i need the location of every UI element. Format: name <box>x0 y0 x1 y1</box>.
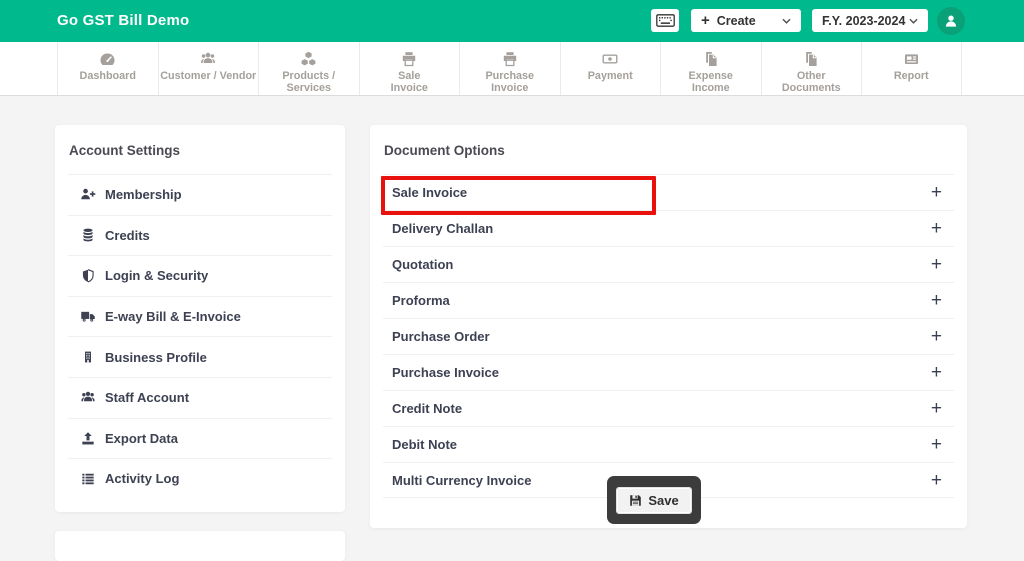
nav-item-dashboard[interactable]: Dashboard <box>57 42 158 95</box>
doc-row-quotation[interactable]: Quotation + <box>383 246 954 282</box>
keyboard-shortcuts-button[interactable] <box>651 9 679 32</box>
files-icon <box>703 50 719 68</box>
create-dropdown-label: Create <box>716 13 756 28</box>
account-settings-card: Account Settings Membership Credits Logi… <box>55 125 345 512</box>
doc-row-delivery-challan[interactable]: Delivery Challan + <box>383 210 954 246</box>
document-options-card: Document Options Sale Invoice + Delivery… <box>370 125 967 528</box>
files-icon <box>803 50 819 68</box>
truck-icon <box>80 309 96 325</box>
nav-item-sale-invoice[interactable]: Sale Invoice <box>358 42 460 95</box>
users-icon <box>80 390 96 406</box>
main-nav: Dashboard Customer / Vendor Products / S… <box>0 42 1024 96</box>
nav-item-report[interactable]: Report <box>861 42 962 95</box>
nav-item-products-services[interactable]: Products / Services <box>258 42 359 95</box>
expand-plus-icon[interactable]: + <box>931 183 942 202</box>
partial-card <box>55 531 345 561</box>
app-title: Go GST Bill Demo <box>57 12 190 29</box>
shield-icon <box>80 268 96 284</box>
sidebar-item-eway-einvoice[interactable]: E-way Bill & E-Invoice <box>68 295 332 337</box>
database-icon <box>80 227 96 243</box>
doc-row-sale-invoice[interactable]: Sale Invoice + <box>383 174 954 210</box>
money-icon <box>601 50 619 68</box>
sidebar-item-membership[interactable]: Membership <box>68 174 332 215</box>
fiscal-year-value: F.Y. 2023-2024 <box>822 13 906 28</box>
save-button-highlight: Save <box>607 476 701 524</box>
user-avatar[interactable] <box>937 7 965 35</box>
sidebar-item-activity-log[interactable]: Activity Log <box>68 458 332 499</box>
doc-row-debit-note[interactable]: Debit Note + <box>383 426 954 462</box>
cubes-icon <box>300 50 317 68</box>
expand-plus-icon[interactable]: + <box>931 327 942 346</box>
doc-row-proforma[interactable]: Proforma + <box>383 282 954 318</box>
sidebar-title: Account Settings <box>69 143 181 158</box>
newspaper-icon <box>903 50 920 68</box>
nav-item-expense-income[interactable]: Expense Income <box>660 42 761 95</box>
keyboard-icon <box>655 14 675 27</box>
nav-item-payment[interactable]: Payment <box>559 42 661 95</box>
fiscal-year-dropdown[interactable]: F.Y. 2023-2024 <box>812 9 928 32</box>
chevron-down-icon <box>909 18 918 24</box>
person-icon <box>943 13 959 29</box>
doc-row-credit-note[interactable]: Credit Note + <box>383 390 954 426</box>
nav-item-other-documents[interactable]: Other Documents <box>760 42 862 95</box>
sidebar-item-credits[interactable]: Credits <box>68 214 332 256</box>
sidebar-item-business-profile[interactable]: Business Profile <box>68 336 332 377</box>
doc-row-purchase-invoice[interactable]: Purchase Invoice + <box>383 354 954 390</box>
list-icon <box>80 471 96 487</box>
expand-plus-icon[interactable]: + <box>931 471 942 490</box>
save-button-label: Save <box>648 492 679 508</box>
sidebar-item-login-security[interactable]: Login & Security <box>68 255 332 296</box>
building-icon <box>80 349 96 365</box>
main-title: Document Options <box>384 143 505 158</box>
save-button[interactable]: Save <box>616 486 692 514</box>
top-header: Go GST Bill Demo + Create F.Y. 2023-2024 <box>0 0 1024 42</box>
users-icon <box>199 50 217 68</box>
upload-icon <box>80 430 96 446</box>
expand-plus-icon[interactable]: + <box>931 363 942 382</box>
expand-plus-icon[interactable]: + <box>931 219 942 238</box>
printer-icon <box>502 50 518 68</box>
nav-item-purchase-invoice[interactable]: Purchase Invoice <box>459 42 560 95</box>
create-dropdown[interactable]: + Create <box>691 9 801 32</box>
expand-plus-icon[interactable]: + <box>931 291 942 310</box>
printer-icon <box>401 50 417 68</box>
tachometer-icon <box>99 50 116 68</box>
user-plus-icon <box>80 187 96 203</box>
expand-plus-icon[interactable]: + <box>931 435 942 454</box>
floppy-icon <box>629 494 642 507</box>
plus-icon: + <box>701 12 710 29</box>
sidebar-item-export-data[interactable]: Export Data <box>68 417 332 459</box>
sidebar-item-staff-account[interactable]: Staff Account <box>68 376 332 418</box>
expand-plus-icon[interactable]: + <box>931 255 942 274</box>
chevron-down-icon <box>782 18 791 24</box>
doc-row-purchase-order[interactable]: Purchase Order + <box>383 318 954 354</box>
nav-item-customer-vendor[interactable]: Customer / Vendor <box>157 42 259 95</box>
expand-plus-icon[interactable]: + <box>931 399 942 418</box>
